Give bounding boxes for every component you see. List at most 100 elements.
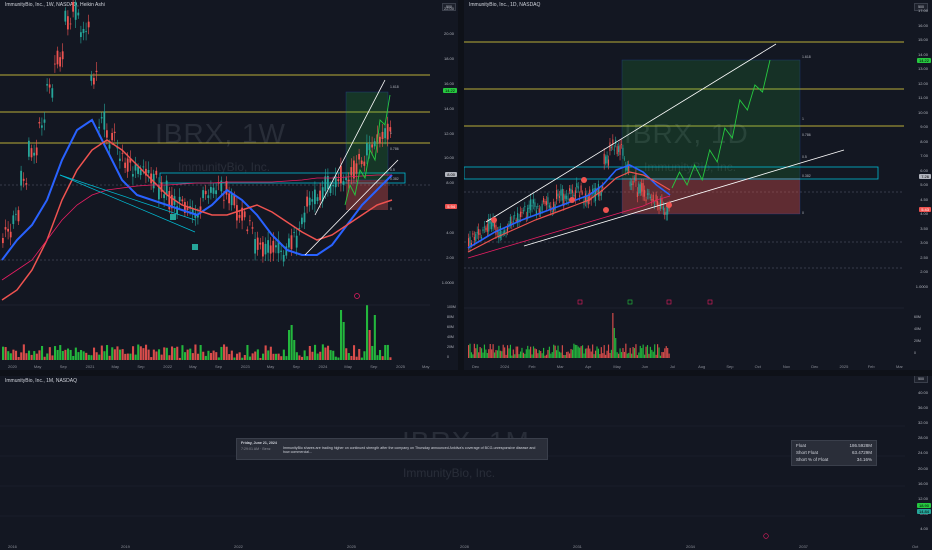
volume-bar: [311, 351, 314, 360]
candle-body: [48, 84, 51, 88]
time-axis-label: May: [33, 364, 42, 369]
candle-body: [202, 190, 204, 199]
volume-bar: [303, 350, 306, 360]
price-axis-label: 28.00: [917, 435, 928, 441]
time-axis-label: 2022: [163, 364, 173, 369]
time-axis[interactable]: 2016 2019 2022 2025 2028 2031 2034 2037 Oct: [0, 542, 920, 550]
candle-body: [366, 143, 368, 156]
time-axis[interactable]: Dec 2024 Feb Mar Apr May Jun Jul Aug Sep Oct Nov Dec…: [464, 362, 904, 370]
price-axis-label: 4.00: [446, 230, 454, 236]
volume-bar: [108, 355, 111, 360]
candle-body: [545, 201, 548, 206]
time-axis-label: Oct: [754, 364, 761, 369]
fib-label: 0.382: [802, 174, 811, 178]
candle-body: [475, 233, 477, 242]
volume-bar: [476, 344, 478, 358]
candle-body: [654, 204, 656, 206]
candle-body: [293, 232, 295, 234]
volume-bar: [557, 345, 559, 358]
candle-body: [564, 195, 566, 199]
candle-body: [662, 206, 664, 211]
price-axis[interactable]: 22.0020.0018.0016.0014.0012.0010.008.006…: [430, 0, 458, 300]
time-axis-label: Feb: [867, 364, 875, 369]
volume-bar: [82, 351, 85, 360]
candle-body: [581, 192, 584, 194]
volume-bar: [225, 346, 228, 360]
price-axis-label: 1.0000: [915, 284, 928, 289]
volume-bar: [616, 352, 618, 358]
price-axis-label: 16.00: [917, 480, 928, 486]
volume-bar: [186, 349, 189, 360]
candle-body: [528, 204, 530, 209]
time-axis-label: 2037: [799, 544, 808, 549]
candle-body: [498, 231, 500, 239]
volume-bar: [584, 348, 587, 358]
volume-bar: [124, 353, 127, 360]
candle-body: [306, 196, 308, 207]
time-axis-label: 2025: [347, 544, 356, 549]
volume-bar: [495, 349, 497, 358]
event-marker: [491, 217, 497, 223]
price-axis-label: 18.00: [443, 55, 454, 61]
weekly-price-chart[interactable]: 1.618 1 0.786 0.5 0.382 0 100M 80M 60M 40M 20M 0: [0, 0, 458, 370]
volume-bar: [488, 349, 490, 358]
volume-bar: [384, 345, 387, 360]
volume-bar: [541, 353, 543, 358]
volume-bar: [547, 349, 549, 358]
candle-body: [480, 237, 483, 239]
volume-bar: [570, 349, 572, 358]
time-axis-label: Apr: [585, 364, 592, 369]
candle-body: [573, 194, 575, 197]
event-flag: [666, 299, 672, 305]
candle-body: [535, 210, 537, 214]
candle-body: [225, 181, 228, 195]
candle-body: [649, 196, 651, 199]
candle-body: [262, 242, 264, 257]
candle-body: [298, 228, 301, 229]
volume-bar: [241, 357, 244, 360]
candle-body: [25, 183, 28, 185]
candle-body: [254, 238, 256, 254]
news-tooltip[interactable]: Friday, June 21, 2024 7:29:01 AM · Benz …: [236, 438, 548, 460]
short-pct-label: Short % of Float: [796, 457, 829, 462]
volume-bar: [329, 350, 332, 360]
price-axis-label: 12.00: [443, 130, 454, 136]
volume-bar: [569, 353, 571, 358]
price-axis-label: 5.00: [920, 182, 928, 188]
volume-bar: [347, 353, 350, 360]
candle-body: [519, 211, 522, 218]
volume-bar: [340, 310, 343, 360]
time-axis[interactable]: 2020 May Sep 2021 May Sep 2022 May Sep 2023 May Sep…: [0, 362, 430, 370]
daily-price-chart[interactable]: 1.618 1 0.786 0.5 0.382 0 60M 40M 20M 0: [464, 0, 932, 370]
candle-body: [664, 212, 666, 215]
volume-bar: [285, 356, 288, 360]
time-axis-label: Dec: [811, 364, 819, 369]
volume-bar: [371, 345, 374, 360]
time-axis-label: 2023: [240, 364, 250, 369]
volume-bar: [350, 355, 353, 360]
volume-bar: [30, 354, 33, 360]
volume-bar: [69, 349, 72, 360]
volume-bar: [613, 328, 615, 358]
candle-body: [20, 170, 22, 186]
volume-bar: [373, 315, 376, 360]
price-axis[interactable]: 17.00 16.00 15.00 14.00 13.00 12.00 11.00 10.00…: [904, 0, 932, 300]
volume-bar: [659, 355, 662, 358]
chart-pane-daily[interactable]: ImmunityBio, Inc., 1D, NASDAQ 500 IBRX, …: [464, 0, 932, 370]
candle-body: [633, 177, 636, 180]
candle-body: [98, 126, 100, 129]
volume-bar: [499, 350, 501, 358]
candle-body: [121, 152, 124, 154]
chart-pane-weekly[interactable]: ImmunityBio, Inc., 1W, NASDAQ, Heikin As…: [0, 0, 458, 370]
candle-body: [381, 131, 384, 140]
candle-body: [506, 227, 509, 232]
volume-axis-label: 40M: [447, 335, 454, 339]
candle-body: [561, 188, 563, 201]
volume-bar: [282, 349, 285, 360]
candle-body: [308, 197, 311, 206]
candle-body: [530, 199, 532, 211]
candle-body: [41, 125, 43, 128]
candle-body: [472, 233, 474, 235]
volume-bar: [592, 344, 594, 358]
candle-body: [113, 131, 116, 134]
